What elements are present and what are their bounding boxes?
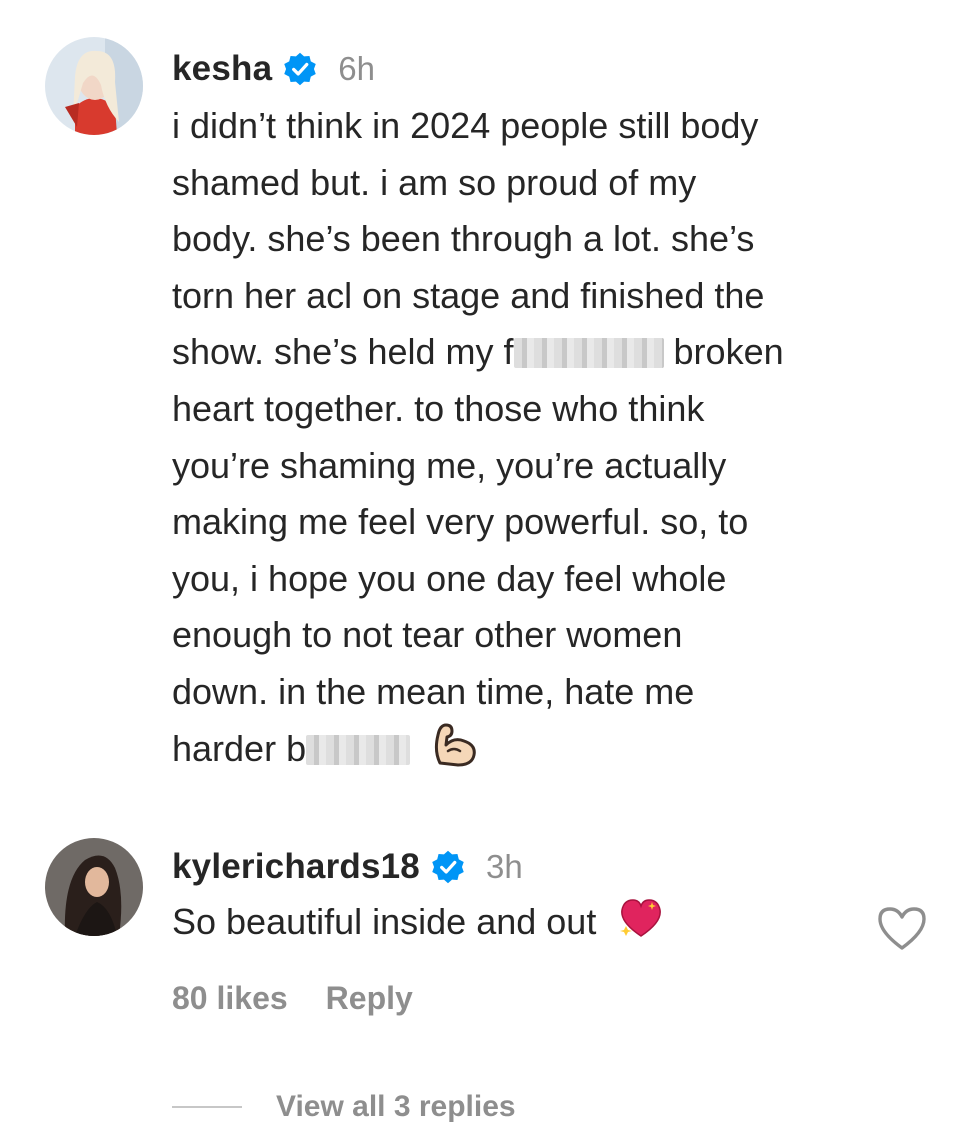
- avatar-kylerichards18[interactable]: [45, 838, 143, 936]
- timestamp: 6h: [338, 50, 375, 87]
- text-line: harder b: [172, 721, 784, 778]
- text-line: enough to not tear other women: [172, 614, 683, 656]
- comment-meta: 80 likes Reply: [172, 980, 451, 1017]
- text-line: down. in the mean time, hate me: [172, 670, 695, 712]
- comment-text: So beautiful inside and out: [172, 894, 666, 951]
- verified-badge-icon: [432, 850, 464, 884]
- comment-header: kylerichards18 3h: [172, 842, 523, 892]
- heart-outline-icon[interactable]: [876, 904, 928, 952]
- comment-header: kesha 6h: [172, 44, 375, 94]
- text-line: i didn’t think in 2024 people still body: [172, 105, 759, 146]
- text-line: you’re shaming me, you’re actually: [172, 444, 727, 486]
- censored-word-blur: [306, 734, 411, 765]
- avatar-kesha[interactable]: [45, 37, 143, 135]
- view-replies-row[interactable]: View all 3 replies: [0, 1086, 980, 1126]
- reply-button[interactable]: Reply: [326, 980, 413, 1016]
- text-line: you, i hope you one day feel whole: [172, 557, 727, 599]
- verified-badge-icon: [284, 52, 316, 86]
- text-fragment: harder b: [172, 727, 307, 769]
- username[interactable]: kesha: [172, 49, 272, 89]
- text-fragment: So beautiful inside and out: [172, 901, 597, 942]
- text-line: shamed but. i am so proud of my: [172, 161, 697, 203]
- text-line: heart together. to those who think: [172, 387, 705, 429]
- text-fragment: show. she’s held my f: [172, 331, 514, 373]
- text-line: body. she’s been through a lot. she’s: [172, 218, 755, 260]
- timestamp: 3h: [485, 848, 523, 885]
- view-replies-link[interactable]: View all 3 replies: [276, 1090, 516, 1124]
- comment-text: i didn’t think in 2024 people still body…: [172, 98, 784, 777]
- text-line: making me feel very powerful. so, to: [172, 501, 749, 543]
- username[interactable]: kylerichards18: [172, 847, 420, 887]
- flexed-biceps-emoji: [435, 723, 476, 767]
- text-fragment: broken: [673, 331, 784, 373]
- text-line: show. she’s held my f broken: [172, 324, 784, 381]
- censored-word-blur: [513, 338, 664, 369]
- likes-count[interactable]: 80 likes: [172, 980, 288, 1016]
- text-line: So beautiful inside and out: [172, 894, 666, 951]
- divider: [172, 1106, 242, 1108]
- text-line: torn her acl on stage and finished the: [172, 274, 765, 316]
- sparkling-heart-emoji: [620, 899, 662, 937]
